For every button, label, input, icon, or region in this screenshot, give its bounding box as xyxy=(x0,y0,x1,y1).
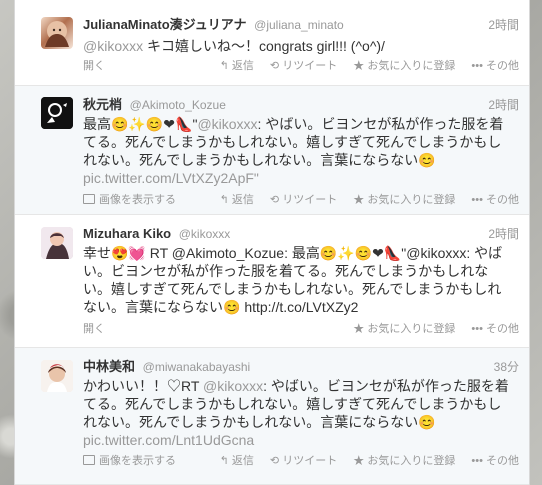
action-group: ★ お気に入りに登録 ••• その他 xyxy=(314,321,519,337)
reply-button[interactable]: ↰ 返信 xyxy=(220,194,254,206)
favorite-button[interactable]: ★ お気に入りに登録 xyxy=(353,455,455,467)
mention-link[interactable]: @kikoxxx xyxy=(83,38,143,54)
tweet-text: 幸せ😍💓 RT @Akimoto_Kozue: 最高😊✨😊❤👠"@kikoxxx… xyxy=(83,245,503,315)
retweet-button[interactable]: ⟲ リツイート xyxy=(270,455,337,467)
user-name[interactable]: 中林美和 xyxy=(83,359,135,374)
mention-link[interactable]: @kikoxxx xyxy=(203,378,263,394)
reply-button[interactable]: ↰ 返信 xyxy=(220,60,254,72)
avatar-image xyxy=(41,97,73,129)
timestamp[interactable]: 2時間 xyxy=(488,96,519,114)
favorite-button[interactable]: ★ お気に入りに登録 xyxy=(353,194,455,206)
avatar[interactable] xyxy=(41,17,73,49)
mention-link[interactable]: @kikoxxx xyxy=(197,116,257,132)
user-handle[interactable]: @miwanakabayashi xyxy=(143,360,251,374)
tweet-prefix: かわいい！！♡RT xyxy=(83,378,204,394)
more-button[interactable]: ••• その他 xyxy=(471,323,519,335)
tweet-body: キコ嬉しいね〜！congrats girl!!! (^o^)/ xyxy=(143,38,385,54)
pic-link[interactable]: pic.twitter.com/LVtXZy2ApF" xyxy=(83,170,259,186)
user-name[interactable]: Mizuhara Kiko xyxy=(83,226,171,241)
timestamp[interactable]: 2時間 xyxy=(488,16,519,34)
tweet-header: 秋元梢 @Akimoto_Kozue 2時間 xyxy=(83,96,519,114)
tweet-actions: 開く ★ お気に入りに登録 ••• その他 xyxy=(83,321,519,337)
action-group: ↰ 返信 ⟲ リツイート ★ お気に入りに登録 ••• その他 xyxy=(207,58,519,74)
user-name[interactable]: JulianaMinato湊ジュリアナ xyxy=(83,17,247,32)
tweet-item[interactable]: Mizuhara Kiko @kikoxxx 2時間 幸せ😍💓 RT @Akim… xyxy=(15,215,529,348)
retweet-button[interactable]: ⟲ リツイート xyxy=(270,60,337,72)
open-link[interactable]: 開く xyxy=(83,58,105,74)
avatar[interactable] xyxy=(41,97,73,129)
pic-link[interactable]: pic.twitter.com/Lnt1UdGcna xyxy=(83,432,254,448)
timestamp[interactable]: 38分 xyxy=(494,358,519,376)
favorite-button[interactable]: ★ お気に入りに登録 xyxy=(353,60,455,72)
image-icon xyxy=(83,194,95,204)
user-name[interactable]: 秋元梢 xyxy=(83,97,122,112)
tweet-header: JulianaMinato湊ジュリアナ @juliana_minato 2時間 xyxy=(83,16,519,34)
view-media-label[interactable]: 画像を表示する xyxy=(99,194,176,206)
tweet-actions: 画像を表示する ↰ 返信 ⟲ リツイート ★ お気に入りに登録 ••• その他 xyxy=(83,192,519,208)
view-media-label[interactable]: 画像を表示する xyxy=(99,455,176,467)
tweet-header: 中林美和 @miwanakabayashi 38分 xyxy=(83,358,519,376)
more-button[interactable]: ••• その他 xyxy=(471,194,519,206)
tweet-text: @kikoxxx キコ嬉しいね〜！congrats girl!!! (^o^)/ xyxy=(83,37,513,55)
more-button[interactable]: ••• その他 xyxy=(471,455,519,467)
view-media[interactable]: 画像を表示する xyxy=(83,192,176,208)
tweet-emoji-prefix: 最高😊✨😊❤👠" xyxy=(83,116,198,132)
avatar[interactable] xyxy=(41,227,73,259)
tweet-header: Mizuhara Kiko @kikoxxx 2時間 xyxy=(83,225,519,243)
avatar[interactable] xyxy=(41,360,73,392)
tweet-text: 最高😊✨😊❤👠"@kikoxxx: やばい。ビヨンセが私が作った服を着てる。死ん… xyxy=(83,115,513,187)
favorite-button[interactable]: ★ お気に入りに登録 xyxy=(353,323,455,335)
user-handle[interactable]: @Akimoto_Kozue xyxy=(130,98,226,112)
open-link[interactable]: 開く xyxy=(83,321,105,337)
action-group: ↰ 返信 ⟲ リツイート ★ お気に入りに登録 ••• その他 xyxy=(207,453,519,469)
user-handle[interactable]: @kikoxxx xyxy=(179,227,231,241)
view-media[interactable]: 画像を表示する xyxy=(83,453,176,469)
tweet-actions: 画像を表示する ↰ 返信 ⟲ リツイート ★ お気に入りに登録 ••• その他 xyxy=(83,453,519,469)
avatar-image xyxy=(41,360,73,392)
user-handle[interactable]: @juliana_minato xyxy=(254,18,344,32)
reply-button[interactable]: ↰ 返信 xyxy=(220,455,254,467)
action-group: ↰ 返信 ⟲ リツイート ★ お気に入りに登録 ••• その他 xyxy=(207,192,519,208)
image-icon xyxy=(83,455,95,465)
more-button[interactable]: ••• その他 xyxy=(471,60,519,72)
tweet-item[interactable]: JulianaMinato湊ジュリアナ @juliana_minato 2時間 … xyxy=(15,0,529,86)
timestamp[interactable]: 2時間 xyxy=(488,225,519,243)
avatar-image xyxy=(45,21,69,47)
retweet-button[interactable]: ⟲ リツイート xyxy=(270,194,337,206)
timeline: JulianaMinato湊ジュリアナ @juliana_minato 2時間 … xyxy=(14,0,530,485)
tweet-item[interactable]: 中林美和 @miwanakabayashi 38分 かわいい！！♡RT @kik… xyxy=(15,348,529,485)
tweet-actions: 開く ↰ 返信 ⟲ リツイート ★ お気に入りに登録 ••• その他 xyxy=(83,58,519,74)
tweet-text: かわいい！！♡RT @kikoxxx: やばい。ビヨンセが私が作った服を着てる。… xyxy=(83,377,513,449)
tweet-item[interactable]: 秋元梢 @Akimoto_Kozue 2時間 最高😊✨😊❤👠"@kikoxxx:… xyxy=(15,86,529,215)
avatar-image xyxy=(41,227,73,259)
